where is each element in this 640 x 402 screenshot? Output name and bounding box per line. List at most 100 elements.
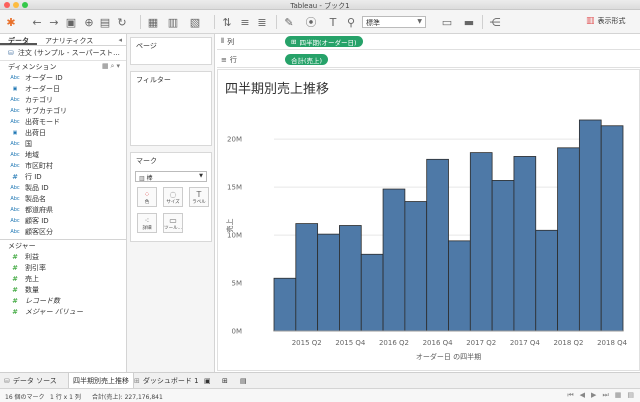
database-icon: ⛁	[8, 49, 14, 57]
presentation-mode-icon[interactable]: ▬	[462, 15, 476, 29]
detail-icon: ⁖	[144, 215, 150, 225]
new-datasource-icon[interactable]: ⊕	[82, 15, 96, 29]
next-sheet-icon[interactable]: ▶	[591, 391, 596, 400]
tab-sheet[interactable]: 四半期別売上推移	[68, 373, 134, 389]
label-button[interactable]: T ラベル	[189, 187, 209, 207]
string-icon: Abc	[10, 229, 20, 236]
dimension-field[interactable]: Abc 出荷モード	[0, 116, 126, 127]
tab-analytics[interactable]: アナリティクス	[37, 34, 101, 45]
swap-rows-columns-icon[interactable]: ⇅	[220, 15, 234, 29]
string-icon: Abc	[10, 140, 20, 147]
detail-button[interactable]: ⁖ 詳細	[137, 213, 157, 233]
dimension-field[interactable]: Abc 都道府県	[0, 205, 126, 216]
highlight-icon[interactable]: ✎	[282, 15, 296, 29]
bar	[557, 147, 580, 332]
bar	[448, 240, 471, 332]
x-tick-label: 2017 Q2	[466, 339, 496, 347]
show-me-button[interactable]: ▥ 表示形式	[586, 16, 626, 26]
first-sheet-icon[interactable]: ⏮	[567, 391, 573, 400]
dimension-field[interactable]: Abc 国	[0, 138, 126, 149]
pause-updates-icon[interactable]: ▤	[98, 15, 112, 29]
tooltip-icon: ▭	[169, 215, 177, 225]
duplicate-sheet-icon[interactable]: ▥	[166, 15, 180, 29]
measures-header: メジャー	[8, 242, 36, 251]
label-icon: T	[196, 189, 202, 199]
prev-sheet-icon[interactable]: ◀	[580, 391, 585, 400]
x-tick-label: 2016 Q4	[423, 339, 454, 347]
dimension-field[interactable]: ▣ オーダー日	[0, 83, 126, 94]
dimension-field[interactable]: Abc 製品名	[0, 194, 126, 205]
mark-type-select[interactable]: ▥ 棒 ▼	[135, 171, 207, 182]
tableau-logo-icon[interactable]: ✱	[4, 15, 18, 29]
column-pill[interactable]: ⊞ 四半期(オーダー日)	[285, 36, 363, 47]
new-story-tab-icon[interactable]: ▤	[236, 373, 251, 389]
datasource-item[interactable]: ⛁ 注文 (サンプル - スーパースト...	[0, 46, 126, 61]
measure-field[interactable]: # メジャー バリュー	[0, 307, 126, 318]
string-icon: Abc	[10, 107, 20, 114]
measure-icon: #	[12, 286, 18, 295]
sort-descending-icon[interactable]: ≣	[255, 15, 269, 29]
save-icon[interactable]: ▣	[64, 15, 78, 29]
filmstrip-view-icon[interactable]: ▤	[627, 391, 634, 400]
x-tick-label: 2016 Q2	[379, 339, 409, 347]
filters-card[interactable]: フィルター	[130, 71, 212, 146]
dimension-field[interactable]: Abc 製品 ID	[0, 182, 126, 193]
y-tick-label: 20M	[227, 136, 242, 144]
columns-icon: ⦀	[221, 37, 225, 45]
shelves-column: ページ フィルター マーク ▥ 棒 ▼ ⁘ 色 ◌ サイズ T ラベル ⁖ 詳細 ▭ ツー…	[127, 34, 215, 372]
measure-field[interactable]: # 割引率	[0, 263, 126, 274]
bar	[578, 119, 602, 332]
dimension-field[interactable]: Abc 顧客区分	[0, 227, 126, 238]
dimension-field[interactable]: Abc オーダー ID	[0, 72, 126, 83]
show-cards-icon[interactable]: ▭	[440, 15, 454, 29]
tooltip-button[interactable]: ▭ ツール...	[163, 213, 183, 233]
sort-ascending-icon[interactable]: ≡	[238, 15, 252, 29]
redo-icon[interactable]: →	[47, 15, 61, 29]
dimension-field[interactable]: # 行 ID	[0, 171, 126, 182]
dimension-field[interactable]: Abc 地域	[0, 149, 126, 160]
last-sheet-icon[interactable]: ⏭	[602, 391, 608, 400]
dimension-field[interactable]: ▣ 出荷日	[0, 127, 126, 138]
rows-icon: ≡	[221, 55, 227, 64]
tab-datasource[interactable]: ⛁ データ ソース	[0, 373, 61, 389]
measure-field[interactable]: # レコード数	[0, 296, 126, 307]
size-button[interactable]: ◌ サイズ	[163, 187, 183, 207]
dimension-field[interactable]: Abc 顧客 ID	[0, 216, 126, 227]
collapse-icon[interactable]: ◂	[118, 36, 122, 44]
row-pill[interactable]: 合計(売上)	[285, 54, 329, 65]
pin-axes-icon[interactable]: ⚲	[344, 15, 358, 29]
dimension-list: Abc オーダー ID ▣ オーダー日 Abc カテゴリ Abc サブカテゴリ Abc 出荷モード…	[0, 72, 126, 238]
measure-field[interactable]: # 利益	[0, 252, 126, 263]
refresh-icon[interactable]: ↻	[115, 15, 129, 29]
show-mark-labels-icon[interactable]: T	[326, 15, 340, 29]
undo-icon[interactable]: ←	[30, 15, 44, 29]
pages-card[interactable]: ページ	[130, 37, 212, 65]
fit-select[interactable]: 標準 ▼	[362, 16, 426, 28]
string-icon: Abc	[10, 151, 20, 158]
x-axis-title: オーダー日 の四半期	[416, 352, 481, 361]
measure-field[interactable]: # 数量	[0, 285, 126, 296]
columns-shelf[interactable]: ⦀ 列 ⊞ 四半期(オーダー日)	[217, 34, 640, 50]
tab-dashboard[interactable]: ⊞ ダッシュボード 1	[130, 373, 203, 389]
new-worksheet-tab-icon[interactable]: ▣	[200, 373, 215, 389]
rows-shelf[interactable]: ≡ 行 合計(売上)	[217, 52, 640, 68]
new-worksheet-icon[interactable]: ▦	[146, 15, 160, 29]
group-members-icon[interactable]: ⦿	[304, 15, 318, 29]
color-button[interactable]: ⁘ 色	[137, 187, 157, 207]
search-icon[interactable]: ▦⌕▾	[102, 62, 122, 71]
measure-icon: #	[12, 253, 18, 262]
x-tick-label: 2018 Q2	[553, 339, 583, 347]
dimension-field[interactable]: Abc 市区町村	[0, 160, 126, 171]
bar	[469, 152, 493, 332]
grid-view-icon[interactable]: ▦	[615, 391, 622, 400]
bar	[382, 188, 406, 332]
measure-field[interactable]: # 売上	[0, 274, 126, 285]
y-tick-label: 15M	[227, 184, 242, 192]
dimension-field[interactable]: Abc カテゴリ	[0, 94, 126, 105]
share-icon[interactable]: ⋲	[488, 15, 502, 29]
bar	[404, 201, 428, 332]
clear-sheet-icon[interactable]: ▧	[188, 15, 202, 29]
tab-data[interactable]: データ	[0, 34, 37, 45]
dimension-field[interactable]: Abc サブカテゴリ	[0, 105, 126, 116]
new-dashboard-tab-icon[interactable]: ⊞	[218, 373, 232, 389]
